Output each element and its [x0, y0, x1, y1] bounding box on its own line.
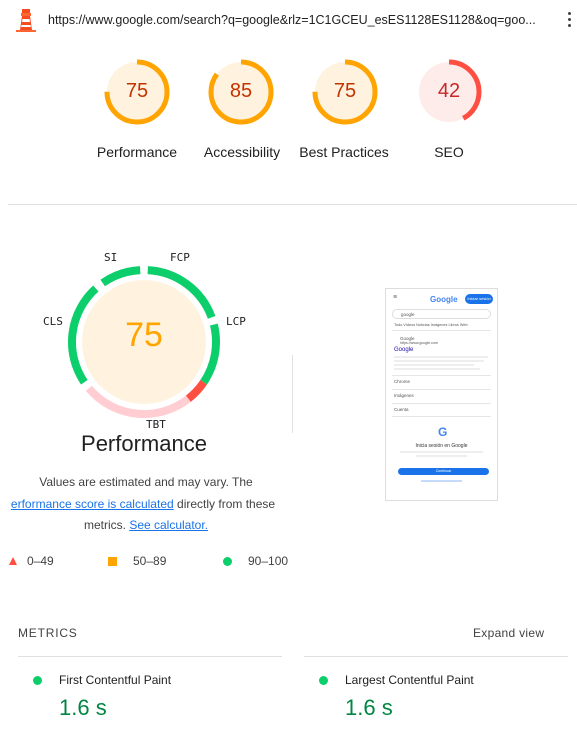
legend-fail: 0–49 [9, 554, 54, 568]
metric-tag-fcp: FCP [170, 251, 190, 264]
final-screenshot[interactable]: ≡ Google Iniciar sesión google Todo Víde… [385, 288, 498, 501]
thumb-snippet [394, 356, 488, 358]
thumb-divider [392, 330, 491, 331]
expand-view-toggle[interactable]: Expand view [473, 626, 544, 640]
thumb-header: ≡ Google Iniciar sesión [386, 289, 497, 311]
legend-average: 50–89 [108, 554, 166, 568]
average-square-icon [108, 556, 117, 566]
thumb-divider [392, 375, 491, 376]
note-text-2: directly from these [177, 496, 276, 511]
thumb-snippet [394, 364, 474, 366]
metrics-heading: METRICS [18, 626, 78, 640]
thumb-item-account: Cuenta [394, 407, 409, 412]
score-note: Values are estimated and may vary. The e… [0, 472, 292, 537]
gauge-score: 75 [125, 80, 149, 102]
metric-divider [18, 656, 282, 657]
metric-tag-lcp: LCP [226, 315, 246, 328]
legend-pass-label: 90–100 [248, 554, 289, 568]
score-calculation-link[interactable]: erformance score is calculated [11, 497, 174, 511]
pass-circle-icon [33, 676, 42, 685]
gauge-performance[interactable]: 75 [99, 58, 175, 126]
metric-value: 1.6 s [345, 695, 393, 720]
legend-average-label: 50–89 [133, 554, 167, 568]
metric-name: Largest Contentful Paint [345, 673, 474, 687]
fail-triangle-icon [9, 557, 17, 565]
more-options-icon[interactable] [566, 12, 572, 30]
note-text-3: metrics. [83, 518, 126, 532]
gauge-best-practices[interactable]: 75 [307, 58, 383, 126]
gauge-segment-tbt-fail [185, 379, 208, 402]
report-topbar: https://www.google.com/search?q=google&r… [0, 0, 577, 42]
gauge-accessibility[interactable]: 85 [203, 58, 279, 126]
pass-circle-icon [223, 556, 232, 566]
thumb-link [421, 480, 462, 482]
metric-tag-cls: CLS [43, 315, 63, 328]
thumb-divider [392, 416, 491, 417]
gauge-label-accessibility: Accessibility [203, 144, 281, 160]
see-calculator-link[interactable]: See calculator. [129, 518, 208, 532]
thumb-continue-button: Continuar [398, 468, 489, 475]
note-line-2: erformance score is calculated directly … [0, 494, 292, 516]
gauge-label-performance: Performance [96, 144, 178, 160]
thumb-tabs: Todo Vídeos Noticias Imágenes Libros Web [394, 323, 468, 327]
legend-fail-label: 0–49 [27, 554, 54, 568]
thumb-signin-text [416, 455, 467, 457]
lighthouse-logo-icon [16, 9, 36, 32]
thumb-item-chrome: Chrome [394, 379, 411, 384]
gauge-seo[interactable]: 42 [411, 58, 487, 126]
thumb-result-url: https://www.google.com [400, 341, 438, 345]
thumb-continue-label: Continuar [435, 469, 452, 473]
thumb-google-g-icon: G [438, 425, 448, 439]
performance-title: Performance [81, 431, 207, 456]
thumb-menu-icon: ≡ [393, 294, 398, 301]
divider [8, 204, 577, 205]
gauge-score: 42 [437, 80, 461, 102]
gauge-label-seo: SEO [434, 144, 464, 160]
note-line-1: Values are estimated and may vary. The [39, 475, 253, 489]
metric-value: 1.6 s [59, 695, 107, 720]
performance-score: 75 [125, 316, 163, 354]
thumb-signin-title: Inicia sesión en Google [415, 443, 468, 449]
thumb-divider [392, 403, 491, 404]
thumb-snippet [394, 360, 484, 362]
thumb-signin-text [400, 451, 483, 453]
thumb-snippet [394, 368, 480, 370]
metric-tag-tbt: TBT [146, 418, 166, 431]
metric-divider [304, 656, 568, 657]
metric-tag-si: SI [104, 251, 118, 264]
thumb-divider [392, 389, 491, 390]
thumb-item-images: Imágenes [394, 393, 414, 398]
metric-name: First Contentful Paint [59, 673, 172, 687]
gauge-score: 75 [333, 80, 357, 102]
thumb-result-title: Google [394, 347, 414, 353]
thumb-search-value: google [401, 312, 415, 317]
thumb-signin-button: Iniciar sesión [465, 294, 493, 304]
gauge-label-best-practices: Best Practices [299, 144, 389, 160]
thumb-searchbox: google [392, 309, 491, 319]
legend-pass: 90–100 [223, 554, 288, 568]
page-url[interactable]: https://www.google.com/search?q=google&r… [48, 13, 556, 27]
vertical-divider [292, 355, 293, 433]
note-line-3: metrics. See calculator. [0, 515, 292, 537]
thumb-logo: Google [430, 295, 458, 304]
gauge-score: 85 [229, 80, 253, 102]
pass-circle-icon [319, 676, 328, 685]
